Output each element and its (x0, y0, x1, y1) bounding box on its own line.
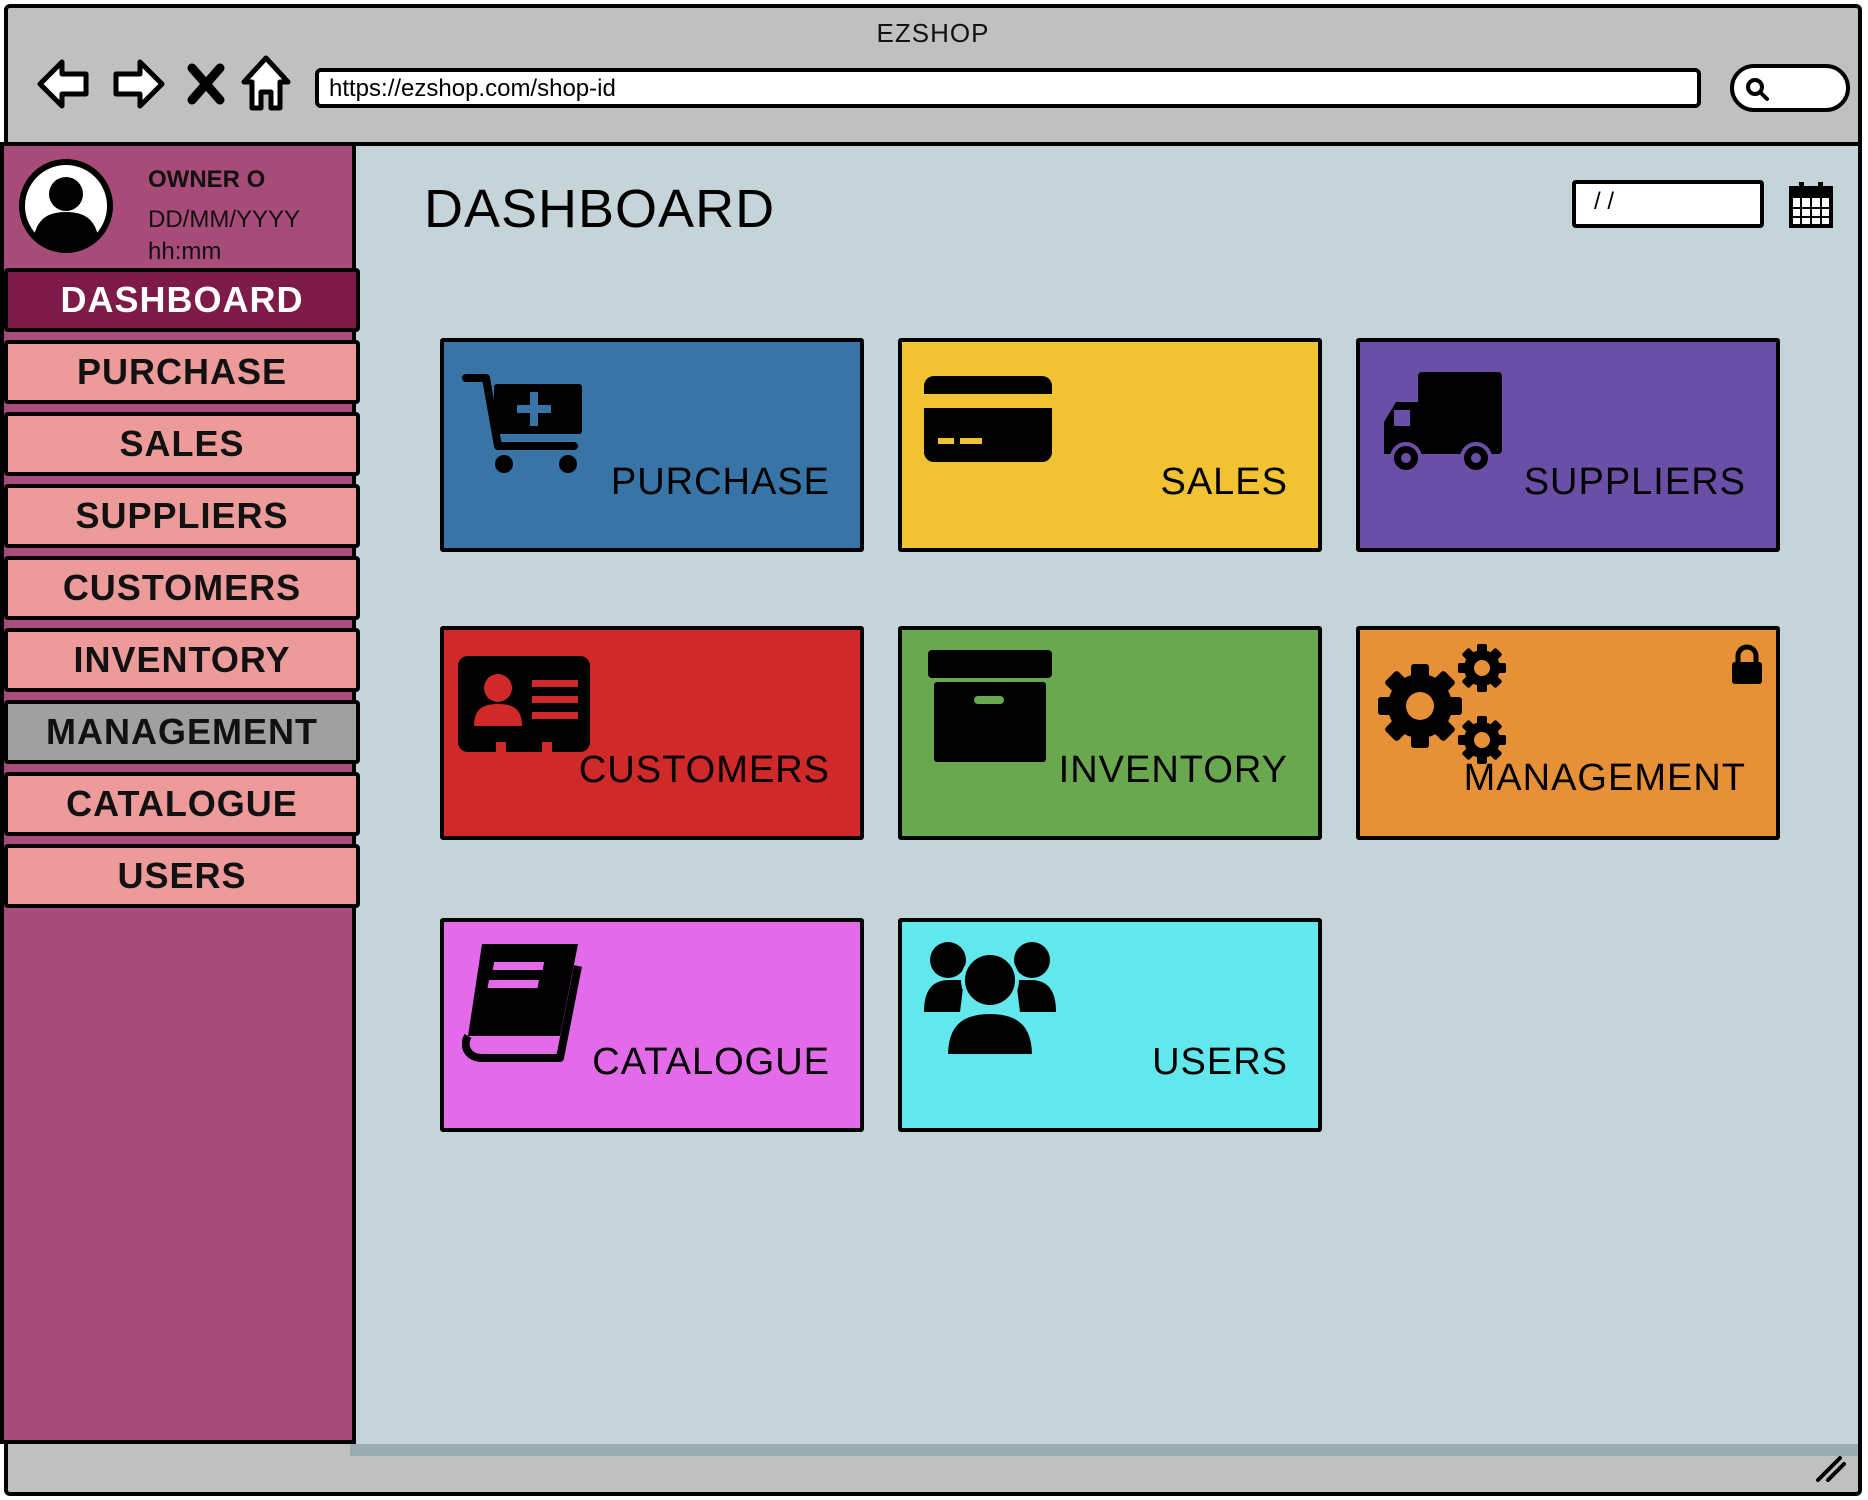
owner-name: OWNER O (148, 166, 266, 193)
back-button[interactable] (34, 52, 94, 116)
credit-card-icon (924, 376, 1052, 462)
user-profile: OWNER O DD/MM/YYYY hh:mm (4, 146, 352, 266)
tile-catalogue[interactable]: CATALOGUE (440, 918, 864, 1132)
sidebar-item-suppliers[interactable]: SUPPLIERS (4, 484, 360, 548)
sidebar-item-sales[interactable]: SALES (4, 412, 360, 476)
cart-plus-icon (462, 374, 582, 473)
tile-label: USERS (1152, 1041, 1288, 1083)
browser-search-button[interactable] (1730, 64, 1850, 112)
tile-label: CUSTOMERS (578, 749, 830, 791)
close-icon (187, 63, 225, 105)
tile-users[interactable]: USERS (898, 918, 1322, 1132)
forward-button[interactable] (108, 52, 168, 116)
users-icon (924, 942, 1056, 1058)
id-card-icon (458, 656, 590, 756)
current-date: DD/MM/YYYY (148, 206, 301, 233)
lock-icon (1732, 644, 1762, 684)
tile-label: INVENTORY (1058, 749, 1288, 791)
archive-box-icon (928, 650, 1052, 762)
avatar (19, 159, 113, 253)
gears-icon (1378, 644, 1506, 764)
status-bar (350, 1444, 1858, 1456)
search-icon (1746, 78, 1769, 101)
window-title: EZSHOP (876, 18, 990, 48)
page-title: DASHBOARD (424, 179, 776, 239)
tile-purchase[interactable]: PURCHASE (440, 338, 864, 552)
sidebar-item-management[interactable]: MANAGEMENT (4, 700, 360, 764)
tile-label: SUPPLIERS (1523, 461, 1746, 503)
current-time: hh:mm (148, 238, 222, 265)
sidebar-item-users[interactable]: USERS (4, 844, 360, 908)
tile-management[interactable]: MANAGEMENT (1356, 626, 1780, 840)
tile-label: SALES (1160, 461, 1288, 503)
sidebar-item-catalogue[interactable]: CATALOGUE (4, 772, 360, 836)
tile-inventory[interactable]: INVENTORY (898, 626, 1322, 840)
truck-icon (1384, 372, 1502, 474)
sidebar: OWNER O DD/MM/YYYY hh:mm DASHBOARD PURCH… (0, 142, 360, 1444)
arrow-right-icon (113, 59, 165, 109)
sidebar-item-dashboard[interactable]: DASHBOARD (4, 268, 360, 332)
date-filter-input[interactable]: / / (1572, 180, 1764, 228)
tile-label: MANAGEMENT (1463, 757, 1746, 799)
resize-grip-icon[interactable] (1814, 1454, 1846, 1482)
stop-button[interactable] (184, 52, 228, 116)
tile-suppliers[interactable]: SUPPLIERS (1356, 338, 1780, 552)
book-icon (462, 944, 582, 1062)
home-icon (241, 55, 291, 111)
tile-label: PURCHASE (610, 461, 830, 503)
arrow-left-icon (37, 59, 89, 109)
url-input[interactable]: https://ezshop.com/shop-id (315, 68, 1701, 108)
sidebar-item-purchase[interactable]: PURCHASE (4, 340, 360, 404)
calendar-icon[interactable] (1788, 180, 1834, 230)
tile-customers[interactable]: CUSTOMERS (440, 626, 864, 840)
tile-label: CATALOGUE (592, 1041, 830, 1083)
home-button[interactable] (240, 52, 292, 116)
sidebar-item-inventory[interactable]: INVENTORY (4, 628, 360, 692)
sidebar-item-customers[interactable]: CUSTOMERS (4, 556, 360, 620)
tile-sales[interactable]: SALES (898, 338, 1322, 552)
